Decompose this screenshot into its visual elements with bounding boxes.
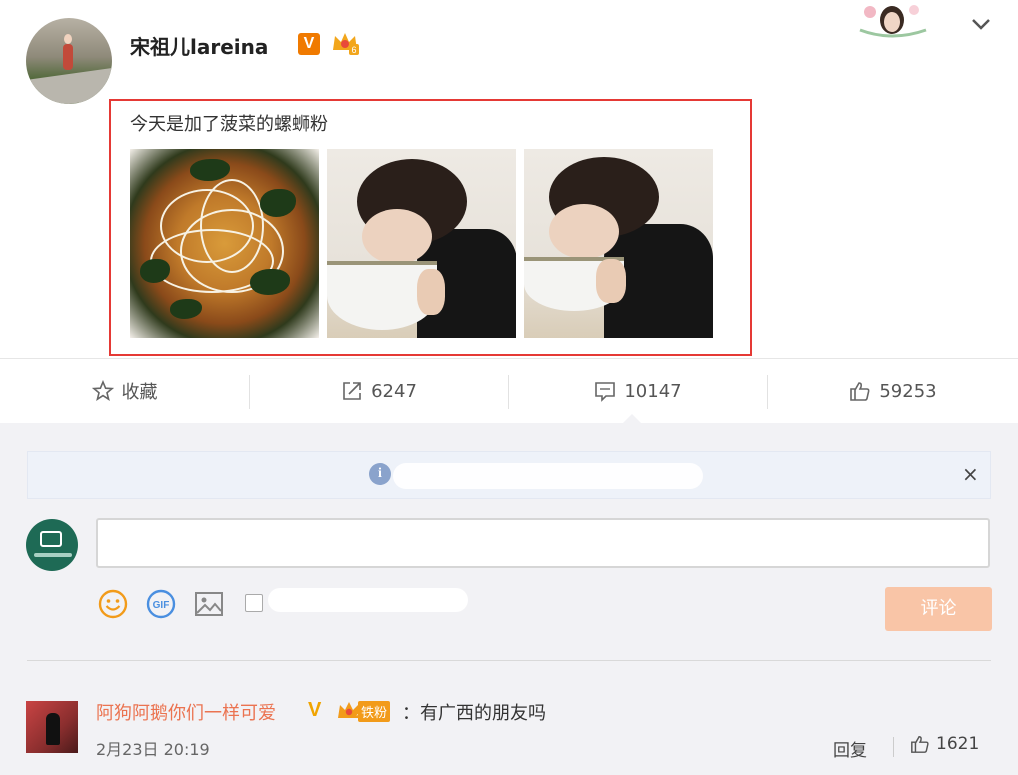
reply-button[interactable]: 回复 [833, 736, 867, 761]
decoration-sticker-icon [859, 5, 927, 38]
post-image-2[interactable] [327, 149, 516, 338]
redacted-notice-text [393, 463, 703, 489]
svg-text:GIF: GIF [153, 600, 170, 611]
submit-comment-button[interactable]: 评论 [885, 587, 992, 631]
repost-count: 6247 [371, 380, 417, 402]
crown-badge-icon: 6 [333, 33, 359, 55]
notice-bar: i × [27, 451, 991, 499]
commenter-verified-icon: V [308, 699, 322, 721]
like-button[interactable]: 59253 [768, 359, 1018, 423]
current-user-avatar[interactable] [26, 519, 78, 571]
commenter-avatar[interactable] [26, 701, 78, 753]
comment-tab-indicator [622, 414, 642, 424]
comment-input[interactable] [96, 518, 990, 568]
favorite-label: 收藏 [121, 382, 158, 403]
thumbs-up-icon [911, 735, 929, 753]
star-icon [91, 380, 114, 401]
comment-text: ：有广西的朋友吗 [402, 703, 546, 724]
gif-icon[interactable]: GIF [146, 589, 176, 619]
author-name[interactable]: 宋祖儿lareina [130, 31, 268, 60]
post-image-1[interactable] [130, 149, 319, 338]
repost-checkbox[interactable] [245, 594, 263, 612]
verified-badge-icon: V [298, 33, 320, 55]
action-bar: 收藏 6247 10147 59253 [0, 358, 1018, 423]
comment-count: 10147 [624, 380, 682, 402]
comment-like-count: 1621 [936, 734, 980, 754]
share-icon [343, 382, 361, 400]
comment-like-button[interactable]: 1621 [910, 734, 979, 754]
redacted-checkbox-label [268, 588, 468, 612]
fan-badge-label: 铁粉 [358, 700, 391, 722]
crown-level: 6 [351, 45, 356, 55]
comment-time: 2月23日 20:19 [96, 740, 210, 759]
section-divider [27, 660, 991, 661]
post-text: 今天是加了菠菜的螺蛳粉 [130, 114, 328, 135]
emoji-icon[interactable] [98, 589, 128, 619]
comment-actions-divider [893, 737, 894, 757]
close-icon[interactable]: × [962, 462, 979, 486]
image-icon[interactable] [194, 589, 224, 619]
comment-icon [595, 382, 616, 402]
like-count: 59253 [879, 380, 937, 402]
author-avatar[interactable] [26, 18, 112, 104]
thumbs-up-icon [850, 382, 870, 401]
repost-button[interactable]: 6247 [250, 359, 508, 423]
info-icon: i [369, 463, 391, 485]
favorite-button[interactable]: 收藏 [0, 359, 249, 423]
commenter-name[interactable]: 阿狗阿鹅你们一样可爱 [96, 699, 276, 725]
chevron-down-icon[interactable] [970, 16, 992, 32]
post-image-3[interactable] [524, 149, 713, 338]
fan-badge: 1 铁粉 [336, 700, 391, 722]
weibo-post: 宋祖儿lareina V 6 今天是加了菠菜的螺蛳粉 [0, 0, 1018, 358]
